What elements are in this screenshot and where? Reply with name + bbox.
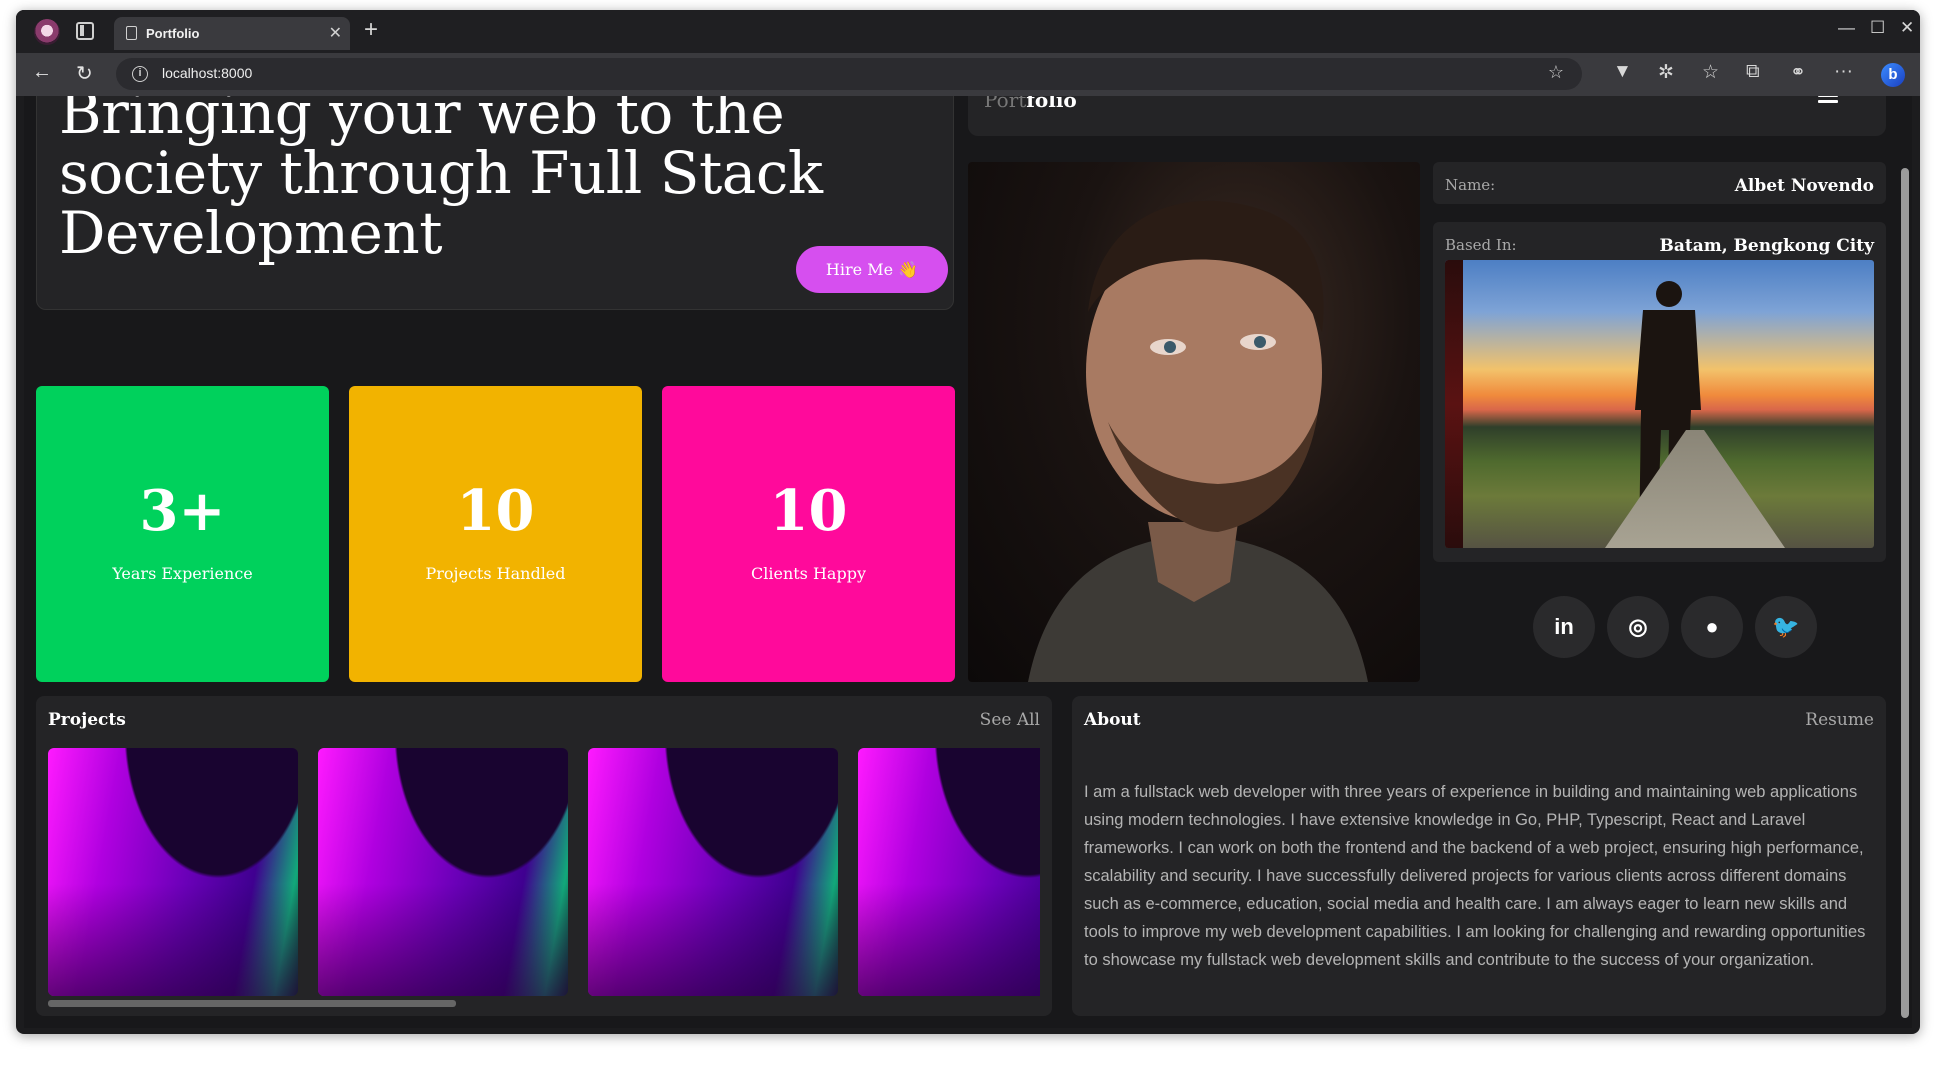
project-card[interactable] [588,748,838,996]
travel-photo [1445,260,1874,548]
based-key: Based In: [1445,236,1517,254]
stat-card-clients: 10 Clients Happy [662,386,955,682]
extensions-icon[interactable]: ✲ [1658,61,1674,84]
copilot-icon[interactable]: b [1881,63,1905,87]
name-card: Name: Albet Novendo [1433,162,1886,204]
collections-icon[interactable]: ⧉ [1746,61,1760,83]
project-card[interactable] [48,748,298,996]
about-panel: About Resume I am a fullstack web develo… [1072,696,1886,1016]
linkedin-button[interactable]: in [1533,596,1595,658]
tab-title: Portfolio [146,26,200,41]
stat-label: Years Experience [112,564,253,583]
address-bar[interactable]: i localhost:8000 ☆ [116,58,1582,90]
name-key: Name: [1445,176,1496,194]
projects-carousel[interactable] [48,748,1040,1000]
stat-label: Projects Handled [425,564,566,583]
close-tab-icon[interactable]: ✕ [329,23,342,43]
name-value: Albet Novendo [1734,176,1874,196]
new-tab-button[interactable]: + [364,16,378,44]
linkedin-icon: in [1554,614,1574,639]
site-navbar: Portfolio [968,96,1886,136]
resume-link[interactable]: Resume [1805,710,1874,730]
more-menu-icon[interactable]: ··· [1834,61,1853,83]
project-card[interactable] [318,748,568,996]
page-scrollbar[interactable] [1901,168,1909,1018]
hero-card: Bringing your web to the society through… [36,96,954,310]
stat-value: 10 [456,478,535,544]
github-button[interactable]: ● [1681,596,1743,658]
tab-portfolio[interactable]: Portfolio ✕ [114,17,350,50]
tab-actions-icon[interactable] [76,22,94,40]
hamburger-menu-icon[interactable] [1818,96,1838,108]
refresh-button[interactable]: ↻ [76,61,93,86]
project-card[interactable] [858,748,1040,996]
github-icon: ● [1705,614,1719,639]
hero-headline: Bringing your web to the society through… [59,96,823,267]
maximize-button[interactable]: ☐ [1870,18,1885,38]
favorite-star-icon[interactable]: ☆ [1548,62,1564,83]
about-title: About [1084,710,1141,730]
site-info-icon[interactable]: i [132,66,148,82]
stat-label: Clients Happy [751,564,866,583]
extension-v-icon[interactable]: ▼ [1613,61,1632,83]
stat-value: 10 [769,478,848,544]
location-card: Based In: Batam, Bengkong City [1433,222,1886,562]
profile-photo [968,162,1420,682]
profile-avatar[interactable] [34,19,60,45]
about-text: I am a fullstack web developer with thre… [1084,783,1866,969]
stat-card-projects: 10 Projects Handled [349,386,642,682]
based-value: Batam, Bengkong City [1659,236,1874,256]
see-all-link[interactable]: See All [980,710,1040,730]
instagram-icon: ◎ [1628,614,1648,639]
hire-me-button[interactable]: Hire Me 👋 [796,246,948,293]
address-bar-row: ← ↻ i localhost:8000 ☆ ▼ ✲ ☆ ⧉ ⚭ ··· b [16,53,1920,96]
portrait-illustration [1028,200,1368,682]
twitter-icon: 🐦 [1772,614,1800,639]
browser-window: Portfolio ✕ + — ☐ ✕ ← ↻ i localhost:8000… [16,10,1920,1034]
minimize-button[interactable]: — [1838,18,1855,38]
projects-scrollbar[interactable] [48,1000,456,1007]
back-button[interactable]: ← [32,61,52,84]
traveler-silhouette [1635,281,1727,548]
browser-essentials-icon[interactable]: ⚭ [1790,61,1806,84]
stat-card-experience: 3+ Years Experience [36,386,329,682]
projects-panel: Projects See All [36,696,1052,1016]
page-icon [126,26,137,40]
instagram-button[interactable]: ◎ [1607,596,1669,658]
site-logo[interactable]: Portfolio [984,96,1077,112]
twitter-button[interactable]: 🐦 [1755,596,1817,658]
page-viewport: Bringing your web to the society through… [24,96,1912,1028]
favorites-icon[interactable]: ☆ [1702,61,1719,84]
url-text[interactable]: localhost:8000 [162,65,252,81]
close-window-button[interactable]: ✕ [1900,18,1914,38]
tab-bar: Portfolio ✕ + — ☐ ✕ [16,10,1920,53]
stat-value: 3+ [139,478,226,544]
projects-title: Projects [48,710,126,730]
